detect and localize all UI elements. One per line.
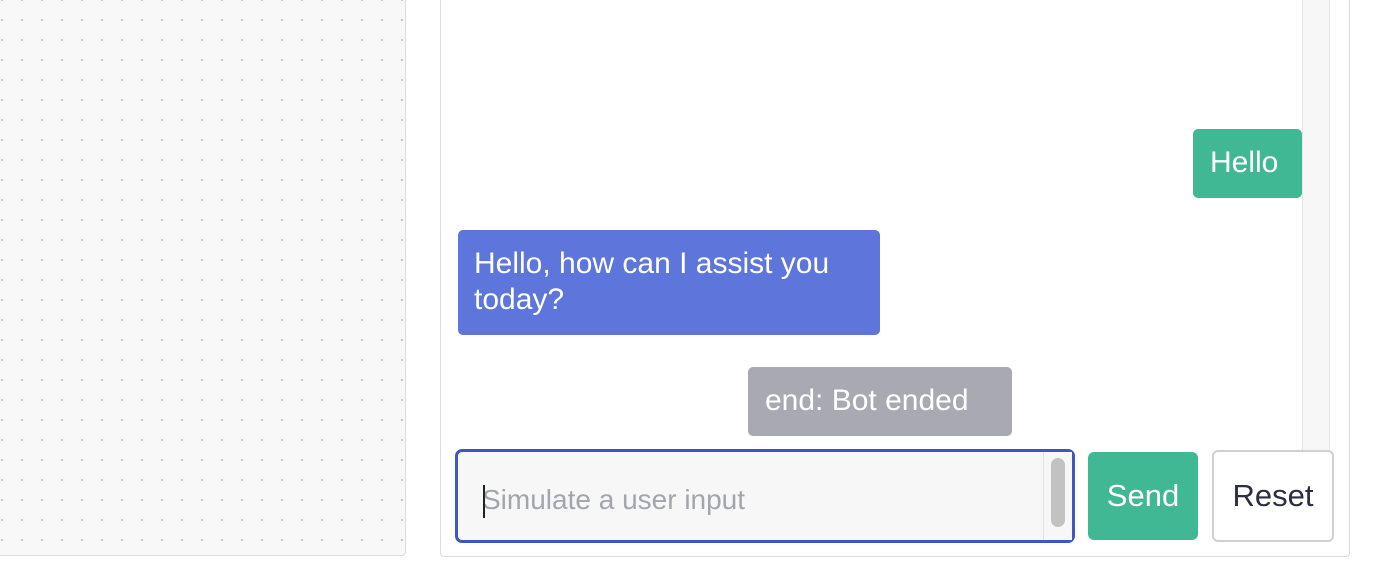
chat-scrollbar[interactable]	[1302, 0, 1330, 450]
send-button[interactable]: Send	[1088, 452, 1198, 540]
reset-button[interactable]: Reset	[1212, 450, 1334, 542]
bot-message-text: Hello, how can I assist you today?	[474, 247, 830, 316]
message-input[interactable]	[458, 452, 1043, 540]
status-message-text: end: Bot ended	[765, 384, 969, 417]
status-message-bubble: end: Bot ended	[748, 367, 1012, 436]
text-caret	[483, 485, 485, 518]
flow-canvas[interactable]	[0, 0, 406, 556]
user-message-text: Hello	[1210, 146, 1279, 179]
message-input-wrapper[interactable]	[455, 449, 1075, 543]
bot-message-bubble: Hello, how can I assist you today?	[458, 230, 880, 335]
user-message-bubble: Hello	[1193, 129, 1302, 198]
input-scrollbar-thumb[interactable]	[1051, 458, 1065, 527]
input-scrollbar[interactable]	[1043, 452, 1072, 540]
